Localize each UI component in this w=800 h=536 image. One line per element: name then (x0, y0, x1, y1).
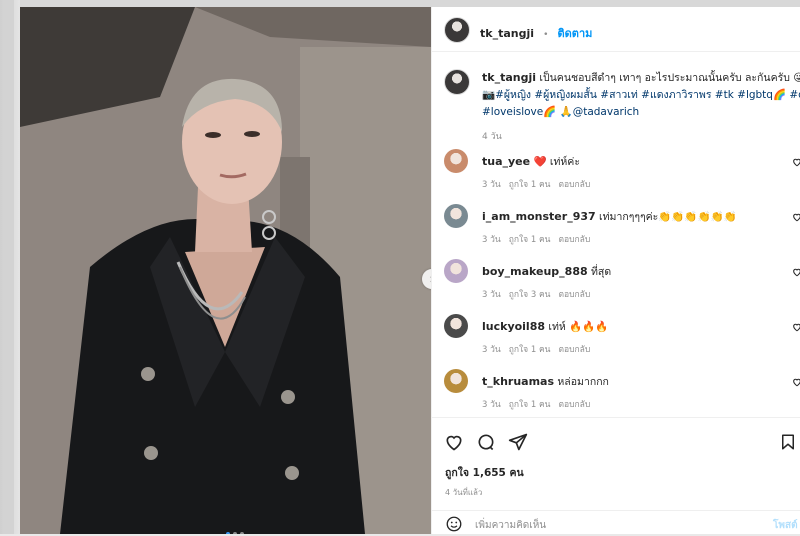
bookmark-icon[interactable] (779, 432, 797, 452)
comment-text: tua_yee ❤️ เท่ห์ค่ะ (482, 153, 782, 170)
comment-time: 3 วัน (482, 180, 501, 190)
comment-row: t_khruamas หล่อมากกก 3 วัน ถูกใจ 1 คน ตอบกล… (432, 369, 800, 419)
commenter-username[interactable]: tua_yee (482, 155, 530, 168)
comment-likes[interactable]: ถูกใจ 1 คน (509, 400, 551, 410)
reply-button[interactable]: ตอบกลับ (558, 180, 590, 190)
comment-time: 3 วัน (482, 400, 501, 410)
commenter-avatar[interactable] (444, 259, 468, 283)
commenter-username[interactable]: i_am_monster_937 (482, 210, 596, 223)
commenter-avatar[interactable] (444, 369, 468, 393)
reply-button[interactable]: ตอบกลับ (558, 400, 590, 410)
post-photo: › (20, 7, 431, 534)
commenter-avatar[interactable] (444, 149, 468, 173)
comment-body: ที่สุด (590, 266, 612, 278)
comment-row: tua_yee ❤️ เท่ห์ค่ะ 3 วัน ถูกใจ 1 คน ตอบกลั… (432, 149, 800, 199)
author-avatar[interactable] (444, 17, 470, 43)
like-count[interactable]: ถูกใจ 1,655 คน (445, 464, 524, 481)
comment-time: 3 วัน (482, 290, 501, 300)
comment-meta: 3 วัน ถูกใจ 1 คน ตอบกลับ (482, 232, 598, 246)
reply-button[interactable]: ตอบกลับ (558, 345, 590, 355)
heart-icon[interactable] (792, 322, 800, 332)
comment-meta: 3 วัน ถูกใจ 1 คน ตอบกลับ (482, 397, 598, 411)
comment-meta: 3 วัน ถูกใจ 3 คน ตอบกลับ (482, 287, 598, 301)
comment-icon[interactable] (476, 432, 496, 452)
comment-body: เท่ห์ 🔥🔥🔥 (548, 321, 609, 333)
window-left-scrollbar[interactable] (0, 0, 20, 534)
header-line: tk_tangji • ติดตาม (480, 22, 592, 42)
comment-likes[interactable]: ถูกใจ 1 คน (509, 345, 551, 355)
comment-time: 3 วัน (482, 345, 501, 355)
commenter-avatar[interactable] (444, 204, 468, 228)
caption-camera: 📷 (482, 89, 496, 101)
comment-body: เท่มากๆๆๆค่ะ👏👏👏👏👏👏 (599, 211, 737, 223)
comment-text: luckyoil88 เท่ห์ 🔥🔥🔥 (482, 318, 782, 335)
caption-hashtag-loveislove[interactable]: #loveislove🌈 (482, 106, 556, 118)
caption-avatar[interactable] (444, 69, 470, 95)
caption-hashtags[interactable]: #ผู้หญิง #ผู้หญิงผมสั้น #สาวเท่ #แดงภาวิ… (495, 89, 800, 101)
comment-text: i_am_monster_937 เท่มากๆๆๆค่ะ👏👏👏👏👏👏 (482, 208, 782, 225)
comment-likes[interactable]: ถูกใจ 1 คน (509, 235, 551, 245)
comment-body: หล่อมากกก (557, 376, 609, 388)
comment-row: boy_makeup_888 ที่สุด 3 วัน ถูกใจ 3 คน ตอบก… (432, 259, 800, 309)
author-username[interactable]: tk_tangji (480, 27, 534, 40)
commenter-username[interactable]: t_khruamas (482, 375, 554, 388)
post-timestamp: 4 วันที่แล้ว (445, 488, 483, 497)
comment-row: i_am_monster_937 เท่มากๆๆๆค่ะ👏👏👏👏👏👏 3 วัน… (432, 204, 800, 254)
heart-icon[interactable] (792, 377, 800, 387)
heart-icon[interactable] (792, 212, 800, 222)
comment-likes[interactable]: ถูกใจ 1 คน (509, 180, 551, 190)
comment-time: 3 วัน (482, 235, 501, 245)
reply-button[interactable]: ตอบกลับ (558, 235, 590, 245)
emoji-icon[interactable] (445, 515, 463, 533)
action-bar (444, 432, 528, 452)
reply-button[interactable]: ตอบกลับ (558, 290, 590, 300)
caption-username[interactable]: tk_tangji (482, 71, 536, 84)
post-header: tk_tangji • ติดตาม (432, 7, 800, 52)
post-caption: tk_tangji เป็นคนชอบสีดำๆ เทาๆ อะไรประมาณ… (482, 69, 800, 121)
comment-text: t_khruamas หล่อมากกก (482, 373, 782, 390)
comment-row: luckyoil88 เท่ห์ 🔥🔥🔥 3 วัน ถูกใจ 1 คน ตอบกล… (432, 314, 800, 364)
commenter-username[interactable]: luckyoil88 (482, 320, 545, 333)
add-comment-bar: เพิ่มความคิดเห็น โพสต์ (432, 510, 800, 536)
comment-meta: 3 วัน ถูกใจ 1 คน ตอบกลับ (482, 177, 598, 191)
comment-body: ❤️ เท่ห์ค่ะ (533, 156, 580, 168)
share-icon[interactable] (508, 432, 528, 452)
comment-input[interactable]: เพิ่มความคิดเห็น (475, 518, 755, 533)
heart-icon[interactable] (792, 267, 800, 277)
comment-likes[interactable]: ถูกใจ 3 คน (509, 290, 551, 300)
caption-mention[interactable]: 🙏@tadavarich (556, 106, 640, 118)
post-comment-button[interactable]: โพสต์ (773, 518, 798, 533)
commenter-avatar[interactable] (444, 314, 468, 338)
heart-icon[interactable] (792, 157, 800, 167)
post-side-panel: tk_tangji • ติดตาม tk_tangji เป็นคนชอบสี… (431, 7, 800, 534)
follow-button[interactable]: ติดตาม (558, 27, 593, 40)
heart-icon[interactable] (444, 432, 464, 452)
caption-text: เป็นคนชอบสีดำๆ เทาๆ อะไรประมาณนั้นครับ ล… (539, 72, 800, 84)
post-footer: ถูกใจ 1,655 คน 4 วันที่แล้ว เพิ่มความคิด… (432, 417, 800, 535)
caption-time: 4 วัน (482, 132, 502, 142)
comment-meta: 3 วัน ถูกใจ 1 คน ตอบกลับ (482, 342, 598, 356)
commenter-username[interactable]: boy_makeup_888 (482, 265, 588, 278)
separator: • (543, 30, 549, 40)
comment-text: boy_makeup_888 ที่สุด (482, 263, 782, 280)
